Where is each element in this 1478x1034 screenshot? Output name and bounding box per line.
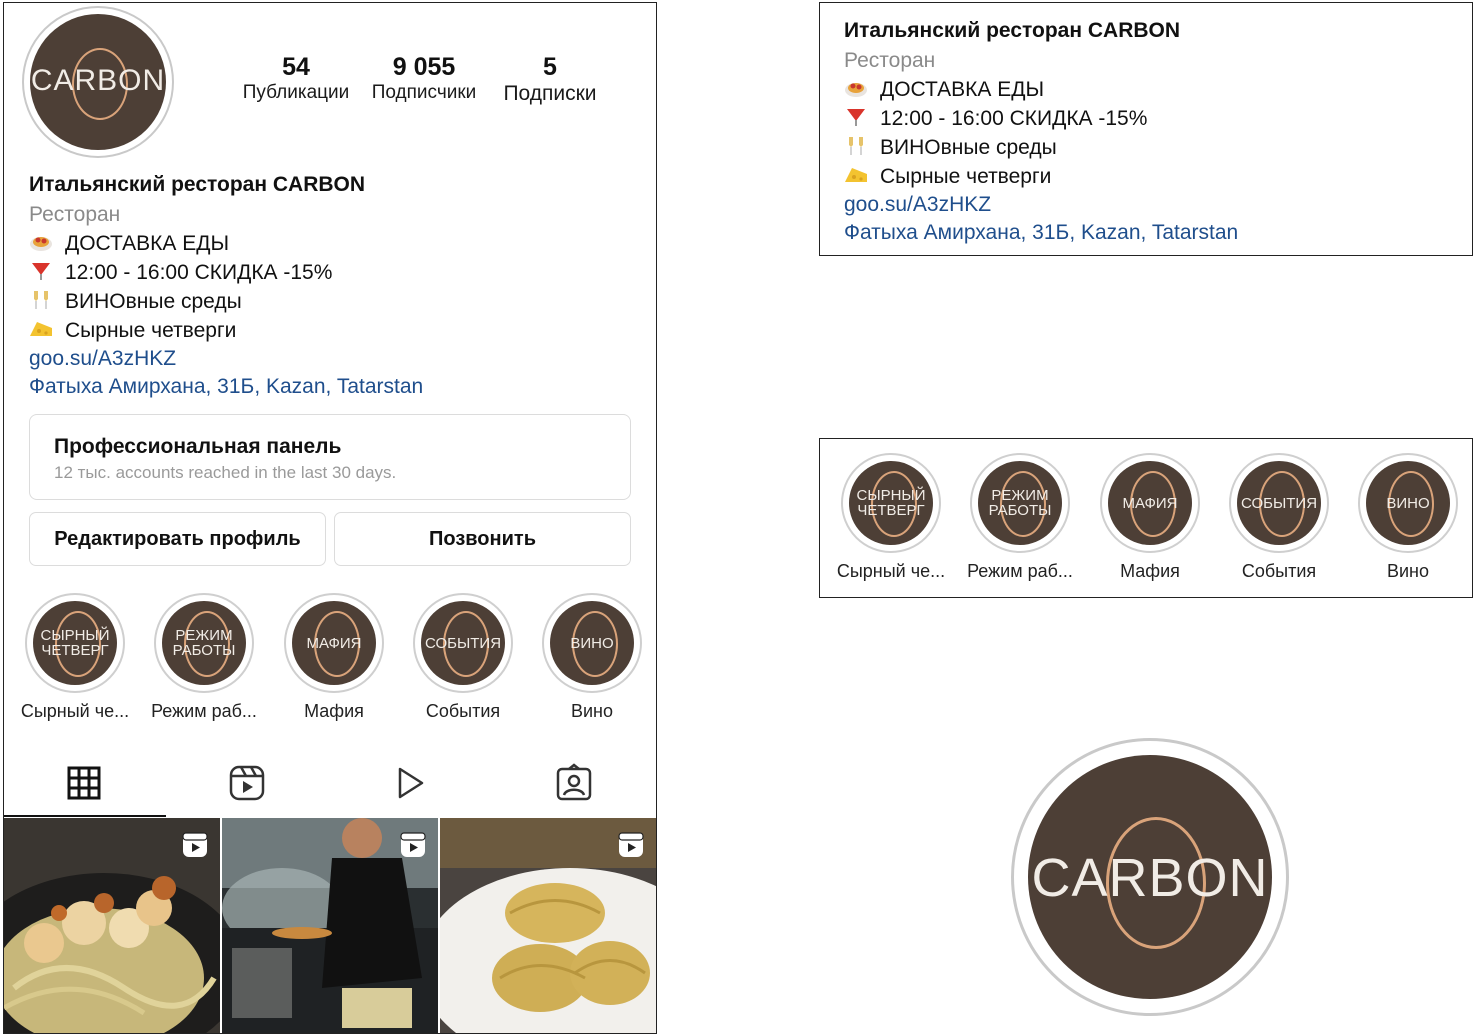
bio-line-delivery: ДОСТАВКА ЕДЫ xyxy=(844,77,1044,102)
highlight-cover-text: ВИНО xyxy=(570,634,614,652)
highlight-caption: События xyxy=(1241,561,1317,581)
highlight-cover-text: МАФИЯ xyxy=(306,634,362,652)
highlight-cover-text: СЫРНЫЙ ЧЕТВЕРГ xyxy=(40,627,110,659)
profile-screenshot: CARBON 54 Публикации 9 055 Подписчики 5 … xyxy=(3,2,657,1034)
logo-text: CARBON xyxy=(30,64,166,97)
tab-videos[interactable] xyxy=(390,763,430,803)
champagne-icon xyxy=(34,291,48,309)
large-avatar: CARBON xyxy=(1011,738,1289,1016)
followers-label: Подписчики xyxy=(371,82,477,103)
highlight-caption: Сырный че... xyxy=(836,561,946,581)
bio-block: Итальянский ресторан CARBON Ресторан ДОС… xyxy=(844,17,1464,257)
highlights-crop-panel: СЫРНЫЙ ЧЕТВЕРГ Сырный че... РЕЖИМ РАБОТЫ… xyxy=(819,438,1473,598)
bio-line-cheese: Сырные четверги xyxy=(29,318,236,343)
spaghetti-icon xyxy=(30,237,52,251)
bio-address[interactable]: Фатыха Амирхана, 31Б, Kazan, Tatarstan xyxy=(844,221,1238,245)
highlight-caption: Режим раб... xyxy=(967,561,1073,581)
following-label: Подписки xyxy=(503,82,597,105)
posts-label: Публикации xyxy=(242,82,350,103)
reels-icon xyxy=(182,832,208,857)
bio-text: ДОСТАВКА ЕДЫ xyxy=(65,232,230,255)
highlight-caption: Мафия xyxy=(304,701,364,721)
highlight-caption: Мафия xyxy=(1120,561,1180,581)
profile-avatar[interactable]: CARBON xyxy=(22,6,174,158)
highlight-cover-text: РЕЖИМ РАБОТЫ xyxy=(172,627,236,659)
post-thumbnail-chef[interactable] xyxy=(222,818,438,1033)
followers-count: 9 055 xyxy=(392,53,456,81)
highlight-caption: Режим раб... xyxy=(151,701,257,721)
bio-line-wine: ВИНОвные среды xyxy=(29,289,242,314)
highlights-row: СЫРНЫЙ ЧЕТВЕРГ Сырный че... РЕЖИМ РАБОТЫ… xyxy=(4,593,656,733)
tagged-icon xyxy=(556,763,592,801)
following-stat[interactable]: 5 Подписки xyxy=(490,53,610,106)
bio-text: 12:00 - 16:00 СКИДКА -15% xyxy=(65,261,333,284)
highlight-cover-text: МАФИЯ xyxy=(1122,494,1178,512)
bio-text: Сырные четверги xyxy=(65,319,237,342)
reels-icon xyxy=(618,832,644,857)
cheese-icon xyxy=(845,168,867,182)
post-thumbnail-scallops[interactable] xyxy=(4,818,220,1033)
post-thumbnail-pasta[interactable] xyxy=(440,818,656,1033)
following-count: 5 xyxy=(543,53,557,81)
carbon-logo: CARBON xyxy=(30,14,166,150)
call-button[interactable]: Позвонить xyxy=(334,512,631,566)
profile-category: Ресторан xyxy=(844,49,936,72)
highlight-cover-text: СОБЫТИЯ xyxy=(1240,494,1318,512)
bio-text: ДОСТАВКА ЕДЫ xyxy=(880,78,1045,101)
bio-line-wine: ВИНОвные среды xyxy=(844,135,1057,160)
dashboard-title: Профессиональная панель xyxy=(54,435,342,458)
reels-icon xyxy=(400,832,426,857)
wine-glass-icon xyxy=(32,263,50,280)
spaghetti-icon xyxy=(845,83,867,97)
profile-category: Ресторан xyxy=(29,203,121,226)
tab-tagged[interactable] xyxy=(554,763,594,803)
bio-line-discount: 12:00 - 16:00 СКИДКА -15% xyxy=(844,106,1147,131)
posts-count: 54 xyxy=(282,53,310,81)
posts-stat[interactable]: 54 Публикации xyxy=(236,53,356,104)
bio-link[interactable]: goo.su/A3zHKZ xyxy=(29,347,176,371)
tab-reels[interactable] xyxy=(227,763,267,803)
bio-line-discount: 12:00 - 16:00 СКИДКА -15% xyxy=(29,260,332,285)
bio-block: Итальянский ресторан CARBON Ресторан ДОС… xyxy=(29,171,629,411)
professional-dashboard[interactable]: Профессиональная панель 12 тыс. accounts… xyxy=(29,414,631,500)
highlight-caption: Вино xyxy=(1386,561,1429,581)
champagne-icon xyxy=(849,137,863,155)
bio-link[interactable]: goo.su/A3zHKZ xyxy=(844,193,991,217)
dashboard-subtitle: 12 тыс. accounts reached in the last 30 … xyxy=(54,463,397,482)
followers-stat[interactable]: 9 055 Подписчики xyxy=(364,53,484,104)
profile-name: Итальянский ресторан CARBON xyxy=(29,173,366,196)
highlight-caption: Сырный че... xyxy=(20,701,130,721)
cheese-icon xyxy=(30,322,52,336)
bio-address[interactable]: Фатыха Амирхана, 31Б, Kazan, Tatarstan xyxy=(29,375,423,399)
bio-line-cheese: Сырные четверги xyxy=(844,164,1051,189)
highlight-cover-text: РЕЖИМ РАБОТЫ xyxy=(988,487,1052,519)
bio-line-delivery: ДОСТАВКА ЕДЫ xyxy=(29,231,229,256)
logo-text: CARBON xyxy=(1031,848,1269,908)
reels-icon xyxy=(229,765,265,801)
highlights-row: СЫРНЫЙ ЧЕТВЕРГ Сырный че... РЕЖИМ РАБОТЫ… xyxy=(820,453,1474,593)
highlight-caption: События xyxy=(425,701,501,721)
bio-text: ВИНОвные среды xyxy=(65,290,242,313)
profile-name: Итальянский ресторан CARBON xyxy=(844,19,1181,42)
bio-text: 12:00 - 16:00 СКИДКА -15% xyxy=(880,107,1148,130)
bio-text: Сырные четверги xyxy=(880,165,1052,188)
tab-grid[interactable] xyxy=(64,763,104,803)
edit-profile-button[interactable]: Редактировать профиль xyxy=(29,512,326,566)
highlight-caption: Вино xyxy=(570,701,613,721)
wine-glass-icon xyxy=(847,109,865,126)
highlight-cover-text: ВИНО xyxy=(1386,494,1430,512)
bio-text: ВИНОвные среды xyxy=(880,136,1057,159)
carbon-logo: CARBON xyxy=(1028,755,1272,999)
highlight-cover-text: СЫРНЫЙ ЧЕТВЕРГ xyxy=(856,487,926,519)
highlight-cover-text: СОБЫТИЯ xyxy=(424,634,502,652)
play-icon xyxy=(398,767,424,799)
bio-crop-panel: Итальянский ресторан CARBON Ресторан ДОС… xyxy=(819,2,1473,256)
active-tab-indicator xyxy=(4,815,166,817)
grid-icon xyxy=(67,766,101,800)
